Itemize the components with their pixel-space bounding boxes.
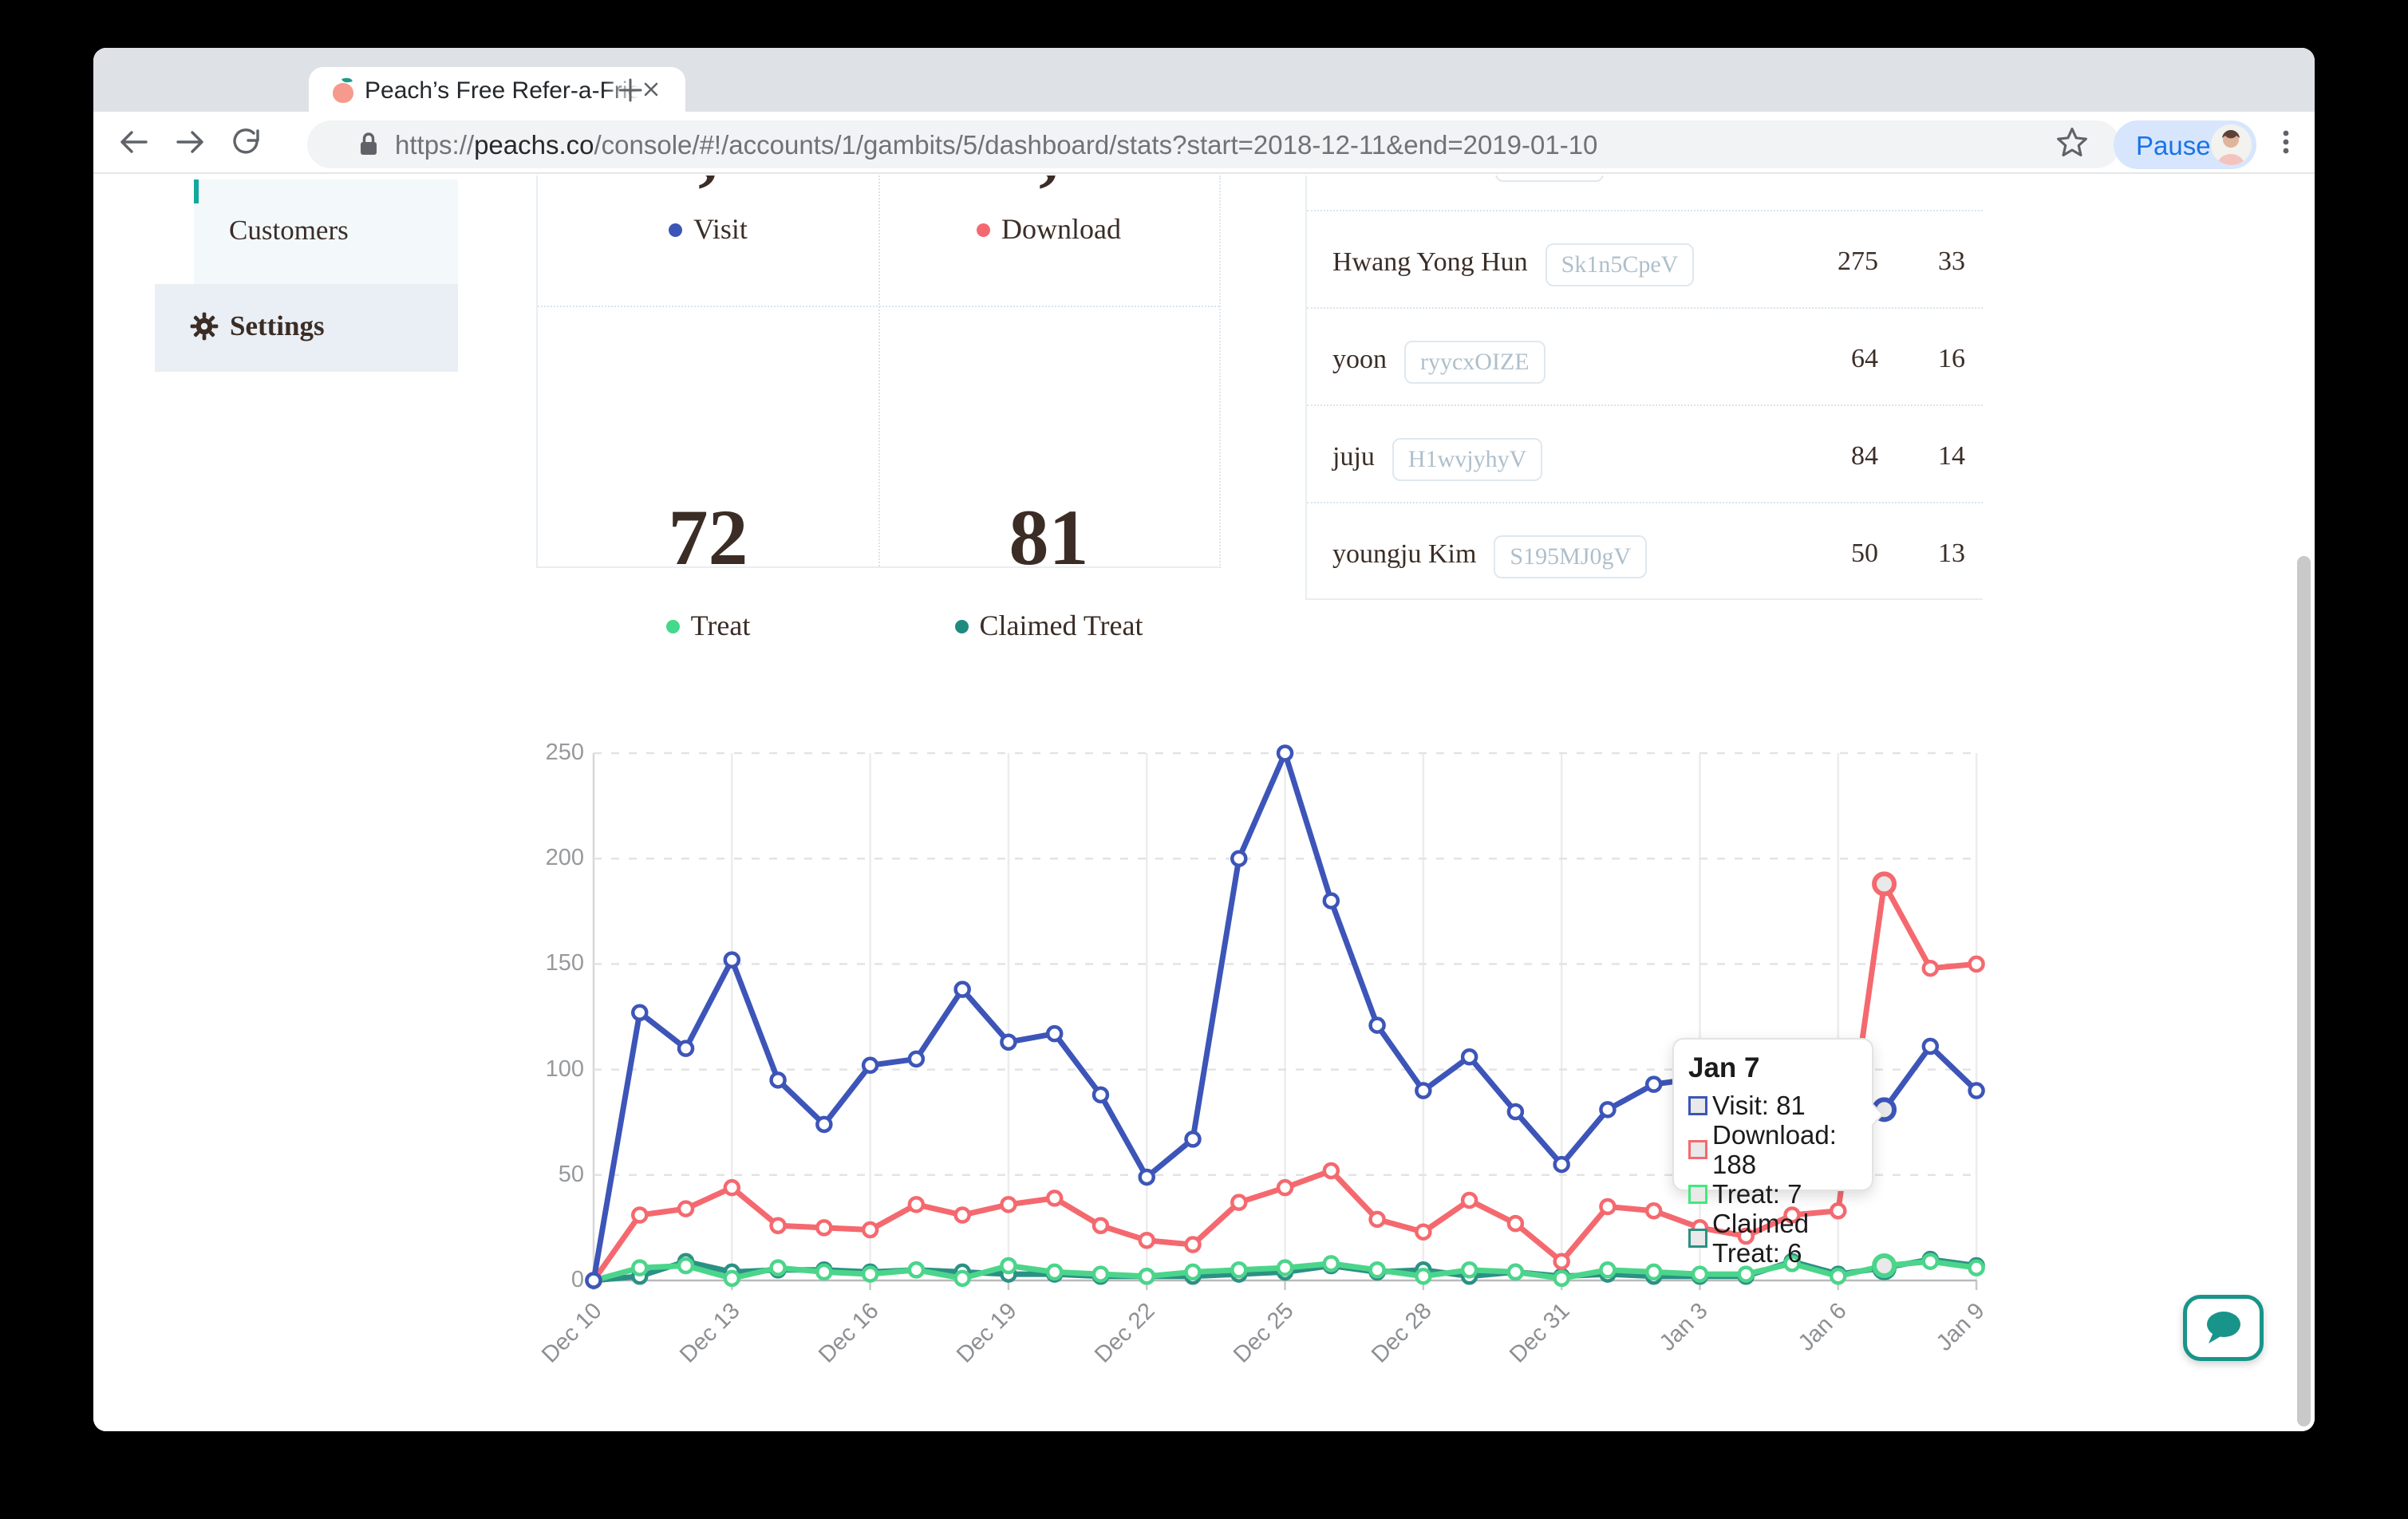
series-swatch-icon [1688, 1229, 1707, 1248]
sidebar-item-settings[interactable]: Settings [155, 284, 458, 372]
table-row[interactable]: youngju KimS195MJ0gV 50 13 [1307, 502, 1983, 599]
tooltip-row: Visit: 81 [1688, 1091, 1857, 1120]
active-accent-tick [194, 180, 199, 203]
y-axis-tick-label: 100 [527, 1056, 584, 1083]
stat-card-visit: , Visit [538, 176, 878, 306]
referrers-table: Hwang Yong HunSk1n5CpeV 275 33 yoonryycxOIZ… [1305, 176, 1983, 600]
browser-window: Peach’s Free Refer-a-Friend Sc https://p… [93, 48, 2315, 1431]
sidebar-item-customers[interactable]: Customers [194, 180, 458, 284]
tooltip-title: Jan 7 [1688, 1052, 1857, 1084]
cutoff-number: , [538, 176, 878, 190]
menu-kebab-icon[interactable] [2270, 126, 2302, 158]
stat-value: 72 [538, 491, 878, 583]
peach-favicon-icon [331, 77, 357, 103]
tooltip-row: Download: 188 [1688, 1120, 1857, 1179]
stat-label: Download [878, 212, 1219, 246]
y-axis-tick-label: 150 [527, 950, 584, 977]
new-tab-button[interactable] [617, 77, 644, 104]
table-row[interactable]: Hwang Yong HunSk1n5CpeV 275 33 [1307, 210, 1983, 307]
lock-icon[interactable] [357, 131, 381, 158]
table-row[interactable]: yoonryycxOIZE 64 16 [1307, 307, 1983, 404]
url-text: https://peachs.co/console/#!/accounts/1/… [395, 130, 1597, 160]
referrer-count-1: 64 [1851, 344, 1878, 374]
stat-card-treat: 72 Treat [538, 306, 878, 568]
tooltip-row: Claimed Treat: 6 [1688, 1209, 1857, 1268]
cutoff-number: , [878, 176, 1219, 190]
stat-card-claimed-treat: 81 Claimed Treat [878, 306, 1219, 568]
y-axis-tick-label: 250 [527, 740, 584, 766]
referral-code-pill: S195MJ0gV [1494, 535, 1647, 578]
y-axis-tick-label: 0 [527, 1267, 584, 1293]
referrer-count-2: 13 [1938, 539, 1965, 569]
treat-dot-icon [666, 620, 680, 633]
stat-cards: , Visit , Download 72 Treat 81 Claimed T… [536, 176, 1221, 568]
forward-button[interactable] [173, 124, 208, 160]
url-bar[interactable]: https://peachs.co/console/#!/accounts/1/… [307, 120, 2120, 168]
avatar [2211, 124, 2252, 165]
referrer-count-1: 275 [1838, 247, 1878, 277]
stat-label: Claimed Treat [878, 609, 1219, 642]
referrer-name: Hwang Yong HunSk1n5CpeV [1332, 243, 1694, 286]
chart-tooltip: Jan 7 Visit: 81Download: 188Treat: 7Clai… [1672, 1038, 1873, 1191]
scrollbar-thumb[interactable] [2297, 556, 2311, 1426]
referral-code-pill: H1wvjyhyV [1392, 438, 1542, 481]
gear-icon [188, 310, 220, 342]
reload-button[interactable] [229, 124, 264, 160]
referrer-count-2: 33 [1938, 247, 1965, 277]
referrer-count-2: 14 [1938, 441, 1965, 471]
visit-dot-icon [669, 223, 682, 237]
cutoff-code-pill [1495, 176, 1604, 182]
table-row[interactable]: jujuH1wvjyhyV 84 14 [1307, 404, 1983, 502]
stat-label: Treat [538, 609, 878, 642]
referrer-name: jujuH1wvjyhyV [1332, 438, 1542, 481]
back-button[interactable] [116, 124, 151, 160]
stat-card-download: , Download [878, 176, 1219, 306]
profile-paused-button[interactable]: Paused [2114, 120, 2256, 169]
url-host: peachs.co [474, 130, 594, 160]
referrer-count-1: 84 [1851, 441, 1878, 471]
stat-label: Visit [538, 212, 878, 246]
bookmark-star-icon[interactable] [2055, 124, 2090, 160]
sidebar-item-label: Settings [230, 310, 325, 342]
referrer-count-1: 50 [1851, 539, 1878, 569]
series-swatch-icon [1688, 1185, 1707, 1204]
referral-code-pill: Sk1n5CpeV [1545, 243, 1695, 286]
dashboard-page: Customers [93, 176, 2315, 1431]
referrer-name: yoonryycxOIZE [1332, 341, 1545, 384]
referral-code-pill: ryycxOIZE [1404, 341, 1545, 384]
sidebar-item-label: Customers [229, 215, 349, 247]
tab-strip: Peach’s Free Refer-a-Friend Sc [93, 48, 2315, 112]
referrer-name: youngju KimS195MJ0gV [1332, 535, 1647, 578]
series-swatch-icon [1688, 1140, 1707, 1159]
series-swatch-icon [1688, 1096, 1707, 1115]
stat-value: 81 [878, 491, 1219, 583]
tooltip-row: Treat: 7 [1688, 1179, 1857, 1209]
claimed-treat-dot-icon [955, 620, 969, 633]
chat-button[interactable] [2183, 1295, 2264, 1361]
browser-toolbar: https://peachs.co/console/#!/accounts/1/… [93, 112, 2315, 174]
referrer-count-2: 16 [1938, 344, 1965, 374]
y-axis-tick-label: 200 [527, 845, 584, 871]
download-dot-icon [977, 223, 990, 237]
speech-bubble-icon [2207, 1312, 2240, 1343]
y-axis-tick-label: 50 [527, 1162, 584, 1188]
